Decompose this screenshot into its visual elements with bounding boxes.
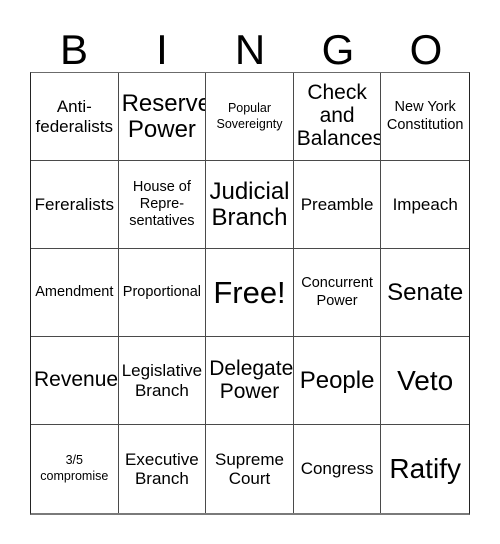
bingo-cell-label: Revenue [34, 368, 119, 392]
bingo-cell-label: Impeach [392, 194, 458, 214]
bingo-cell[interactable]: Executive Branch [118, 425, 207, 513]
bingo-header-letter-g: G [321, 26, 355, 73]
bingo-cell[interactable]: Check and Balances [293, 73, 382, 161]
bingo-cell[interactable]: 3/5 compromise [31, 425, 119, 513]
bingo-cell[interactable]: Amendment [31, 249, 119, 337]
bingo-cell[interactable]: People [293, 337, 382, 425]
bingo-header-row: BINGO [30, 16, 470, 72]
bingo-cell[interactable]: House of Repre- sentatives [118, 161, 207, 249]
bingo-cell-label: People [299, 366, 375, 394]
bingo-cell-label: Congress [300, 459, 374, 479]
bingo-cell-label: Legislative Branch [121, 361, 203, 400]
bingo-cell-label: Delegate Power [209, 356, 294, 403]
bingo-cell[interactable]: Fereralists [31, 161, 119, 249]
bingo-cell-label: Fereralists [34, 194, 114, 214]
bingo-cell-label: Senate [387, 278, 464, 306]
bingo-cell-label: Reserve Power [121, 90, 207, 143]
bingo-cell-label: House of Repre- sentatives [129, 178, 195, 230]
bingo-cell-label: Popular Sovereignty [216, 100, 283, 131]
bingo-cell[interactable]: Delegate Power [206, 337, 294, 425]
bingo-cell[interactable]: Reserve Power [118, 73, 207, 161]
bingo-cell-label: Concurrent Power [301, 275, 373, 309]
bingo-cell-label: Ratify [389, 453, 461, 485]
bingo-cell[interactable]: Supreme Court [206, 425, 294, 513]
bingo-header-letter-o: O [409, 26, 443, 73]
bingo-header-letter-i: I [156, 26, 168, 73]
bingo-cell-label: Preamble [300, 194, 374, 214]
bingo-cell-label: Check and Balances [296, 81, 382, 150]
bingo-cell[interactable]: Preamble [293, 161, 382, 249]
bingo-cell[interactable]: Concurrent Power [293, 249, 382, 337]
bingo-free-cell[interactable]: Free! [206, 249, 294, 337]
bingo-cell-label: 3/5 compromise [40, 453, 109, 483]
bingo-card: B I N G O Anti- federalists Reserve Power Popu… [0, 0, 500, 544]
bingo-cell[interactable]: Congress [293, 425, 382, 513]
bingo-cell[interactable]: Veto [381, 337, 469, 425]
bingo-cell-label: Supreme Court [215, 449, 284, 488]
bingo-cell-label: New York Constitution [386, 99, 464, 133]
bingo-cell[interactable]: Popular Sovereignty [206, 73, 294, 161]
bingo-cell[interactable]: Ratify [381, 425, 469, 513]
bingo-cell[interactable]: New York Constitution [381, 73, 469, 161]
bingo-cell-label: Free! [213, 274, 286, 310]
bingo-cell[interactable]: Anti- federalists [31, 73, 119, 161]
bingo-cell-label: Veto [397, 364, 454, 396]
bingo-cell-label: Executive Branch [125, 449, 199, 488]
bingo-cell[interactable]: Senate [381, 249, 469, 337]
bingo-header-letter-b: B [59, 26, 88, 73]
bingo-cell[interactable]: Legislative Branch [118, 337, 207, 425]
bingo-cell-label: Judicial Branch [209, 178, 290, 231]
bingo-cell[interactable]: Judicial Branch [206, 161, 294, 249]
bingo-cell-label: Amendment [35, 283, 114, 300]
bingo-cell[interactable]: Impeach [381, 161, 469, 249]
bingo-cell-label: Anti- federalists [35, 97, 114, 136]
bingo-cell[interactable]: Revenue [31, 337, 119, 425]
bingo-cell-label: Proportional [122, 283, 201, 300]
bingo-header-letter-n: N [234, 26, 266, 73]
bingo-cell[interactable]: Proportional [118, 249, 207, 337]
bingo-grid: Anti- federalists Reserve Power Popular So… [30, 72, 470, 515]
